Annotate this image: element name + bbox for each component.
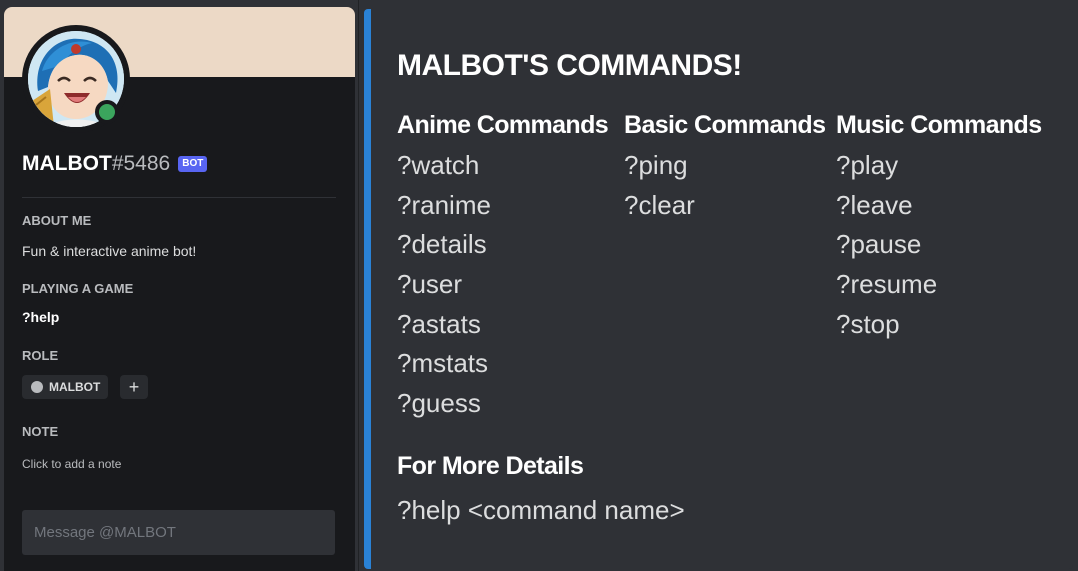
command-item: ?clear [624,189,695,220]
user-profile-popout: MALBOT #5486 BOT ABOUT ME Fun & interact… [4,7,355,571]
role-color-icon [31,381,43,393]
about-me-text: Fun & interactive anime bot! [22,243,197,259]
more-details-heading: For More Details [397,452,584,480]
bot-badge: BOT [178,156,208,172]
command-item: ?pause [836,229,922,260]
command-item: ?ranime [397,189,491,220]
commands-embed: MALBOT'S COMMANDS! Anime Commands ?watch… [364,9,1073,569]
playing-game-heading: PLAYING A GAME [22,281,134,296]
command-item: ?resume [836,269,938,300]
column-heading: Music Commands [836,111,1042,139]
role-name: MALBOT [49,380,101,394]
command-item: ?details [397,229,487,260]
anime-commands-column: Anime Commands ?watch ?ranime ?details ?… [397,111,609,424]
discriminator: #5486 [111,152,171,175]
add-role-button[interactable]: + [120,375,148,399]
command-item: ?watch [397,150,480,180]
command-item: ?leave [836,189,913,220]
role-pill[interactable]: MALBOT [22,375,109,399]
command-item: ?play [836,150,899,180]
column-heading: Anime Commands [397,111,609,139]
embed-title: MALBOT'S COMMANDS! [397,49,742,82]
message-input[interactable] [22,510,335,555]
playing-game-text: ?help [22,309,60,325]
username-row: MALBOT #5486 BOT [22,152,208,176]
command-item: ?mstats [397,348,489,379]
username: MALBOT [22,152,112,175]
basic-commands-column: Basic Commands ?ping ?clear [624,111,826,225]
music-commands-column: Music Commands ?play ?leave ?pause ?resu… [836,111,1042,344]
note-field[interactable]: Click to add a note [22,457,121,471]
more-details-text: ?help <command name> [397,495,685,525]
about-me-heading: ABOUT ME [22,213,92,228]
column-heading: Basic Commands [624,111,826,139]
note-heading: NOTE [22,424,59,439]
command-item: ?stop [836,308,900,339]
command-item: ?ping [624,150,688,180]
command-item: ?user [397,269,463,300]
panel-separator [358,0,359,571]
command-item: ?guess [397,388,481,419]
online-status-icon [95,100,119,124]
divider [22,197,336,198]
role-heading: ROLE [22,348,59,363]
command-item: ?astats [397,308,481,339]
